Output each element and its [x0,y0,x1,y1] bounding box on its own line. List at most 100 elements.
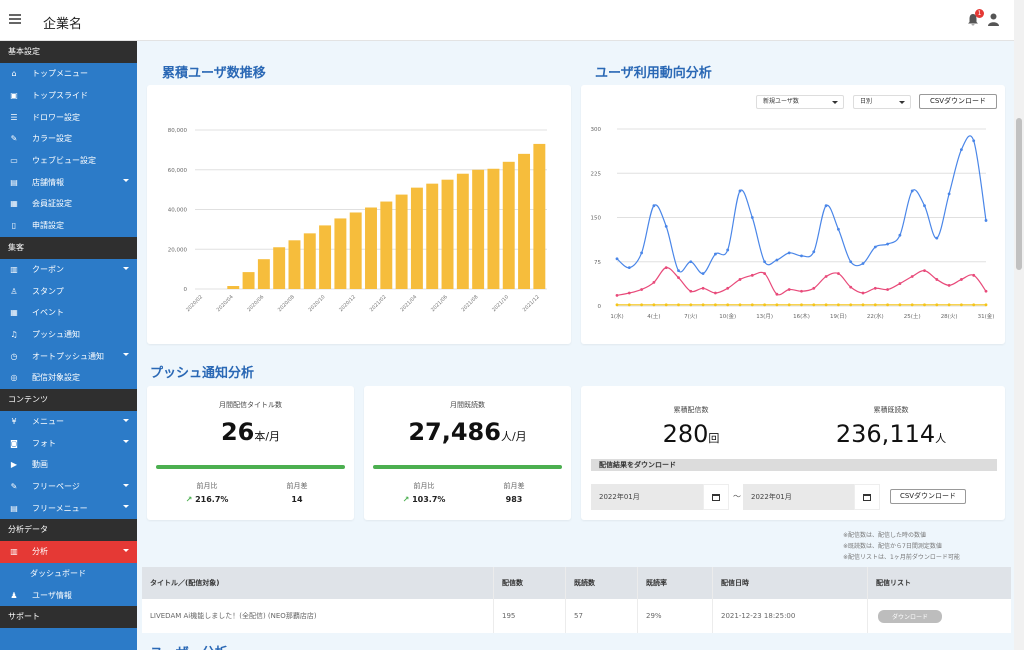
x-tick-label: 2020/12 [338,294,357,313]
period-dropdown[interactable]: 日別 [853,95,911,109]
doc-icon: ▯ [11,221,17,231]
calendar-icon[interactable] [854,484,880,510]
data-point [726,248,730,252]
data-point [652,303,656,307]
prev-ratio-label: 前月比 [413,482,435,490]
sidebar-item[interactable]: ▤ フリーメニュー [0,497,137,519]
sidebar-item-label: フォト [32,438,56,448]
y-tick-label: 60,000 [168,168,188,174]
bar [472,169,485,289]
sidebar-item[interactable]: ▶ 動画 [0,454,137,476]
data-point [861,262,865,265]
x-tick-label: 2021/02 [369,294,388,313]
data-point [960,303,963,307]
x-tick-label: 25(土) [904,312,921,320]
data-point [910,189,914,193]
x-tick-label: 2020/10 [308,294,327,313]
start-date-input[interactable]: 2022年01月 [591,484,714,510]
sidebar-item[interactable]: ✎ カラー設定 [0,128,137,150]
data-point [615,257,619,261]
bar [303,233,316,289]
metric-dropdown[interactable]: 新規ユーザ数 [756,95,844,109]
total-sent-label: 累積配信数 [673,406,709,414]
sidebar-item[interactable]: ▦ イベント [0,302,137,324]
sidebar-item[interactable]: ▤ 店舗情報 [0,171,137,193]
sidebar-item[interactable]: ▣ トップスライド [0,85,137,107]
trend-csv-button[interactable]: CSVダウンロード [919,94,997,109]
data-point [640,303,643,307]
data-point [652,204,656,208]
sidebar-item[interactable]: ▥ クーポン [0,259,137,281]
sidebar-section-title: 基本設定 [0,41,137,63]
data-point [726,303,730,307]
bar [380,201,393,289]
store-icon: ▤ [10,177,18,187]
data-point [664,266,668,270]
data-point [972,139,976,143]
sidebar-item[interactable]: ◙ フォト [0,432,137,454]
bar [334,218,347,289]
x-tick-label: 2021/12 [522,294,541,313]
chevron-down-icon [123,418,129,422]
sidebar-item[interactable]: ♟ ユーザ情報 [0,584,137,606]
trend-chart-card: 新規ユーザ数 日別 CSVダウンロード 0 75 150 225 300 1(水) 4(土)… [581,85,1005,344]
x-tick-label: 4(土) [647,312,660,320]
sidebar-item[interactable]: ダッシュボード [0,563,137,585]
sidebar-item[interactable]: ♙ スタンプ [0,280,137,302]
sidebar-item[interactable]: ◎ 配信対象設定 [0,367,137,389]
sidebar-item[interactable]: ◷ オートプッシュ通知 [0,345,137,367]
prev-diff-label: 前月差 [503,482,525,490]
data-point [640,288,643,291]
data-point [738,303,742,307]
data-point [738,189,742,193]
data-point [898,233,902,237]
y-tick-label: 40,000 [168,208,188,214]
scrollbar[interactable] [1014,0,1024,650]
total-opens-number: 236,114 [835,420,936,448]
download-button[interactable]: ダウンロード [878,609,943,623]
data-point [861,291,865,295]
sidebar-item[interactable]: ♫ プッシュ通知 [0,324,137,346]
data-point [701,272,705,275]
sidebar-item[interactable]: ¥ メニュー [0,411,137,433]
chevron-down-icon [123,483,129,487]
calendar-icon[interactable] [703,484,729,510]
x-tick-label: 2020/02 [185,294,204,313]
sidebar-item-label: ダッシュボード [30,569,86,579]
sidebar-item[interactable]: ▥ 分析 [0,541,137,563]
metric-dropdown-label: 新規ユーザ数 [763,98,799,105]
data-point [923,303,926,307]
card-icon: ▦ [10,199,18,209]
data-point [615,303,619,307]
sidebar-item-label: ドロワー設定 [32,112,80,122]
sidebar-item[interactable]: ▦ 会員証設定 [0,193,137,215]
data-point [775,303,779,307]
data-point [763,260,766,264]
notification-badge: 1 [975,9,984,18]
sidebar-item[interactable]: ⌂ トップメニュー [0,63,137,85]
sidebar-item[interactable]: ▯ 申請設定 [0,215,137,237]
total-sent-unit: 回 [708,432,720,445]
sidebar-item[interactable]: ☰ ドロワー設定 [0,106,137,128]
sidebar: 基本設定 ⌂ トップメニュー ▣ トップスライド ☰ ドロワー設定 ✎ カラー設定 ▭ ウェブビュー… [0,41,137,650]
push-csv-button[interactable]: CSVダウンロード [890,489,966,504]
date-separator: 〜 [733,492,741,501]
menu-icon[interactable] [9,14,21,24]
bar [441,179,454,289]
chevron-down-icon [123,440,129,444]
sidebar-item[interactable]: ▭ ウェブビュー設定 [0,150,137,172]
bar [257,259,270,289]
top-bar: 企業名 1 [0,0,1014,41]
scrollbar-thumb[interactable] [1016,118,1022,270]
bar [319,225,332,289]
data-point [763,272,766,275]
user-icon[interactable] [988,13,999,26]
sidebar-item[interactable]: ✎ フリーページ [0,476,137,498]
data-point [787,303,791,307]
prev-ratio-value: 216.7% [195,495,229,504]
x-tick-label: 1(水) [610,312,623,320]
monthly-titles-number: 26 [220,418,255,446]
data-point [984,303,988,307]
prev-diff: 前月差 14 [262,481,332,504]
end-date-input[interactable]: 2022年01月 [743,484,856,510]
